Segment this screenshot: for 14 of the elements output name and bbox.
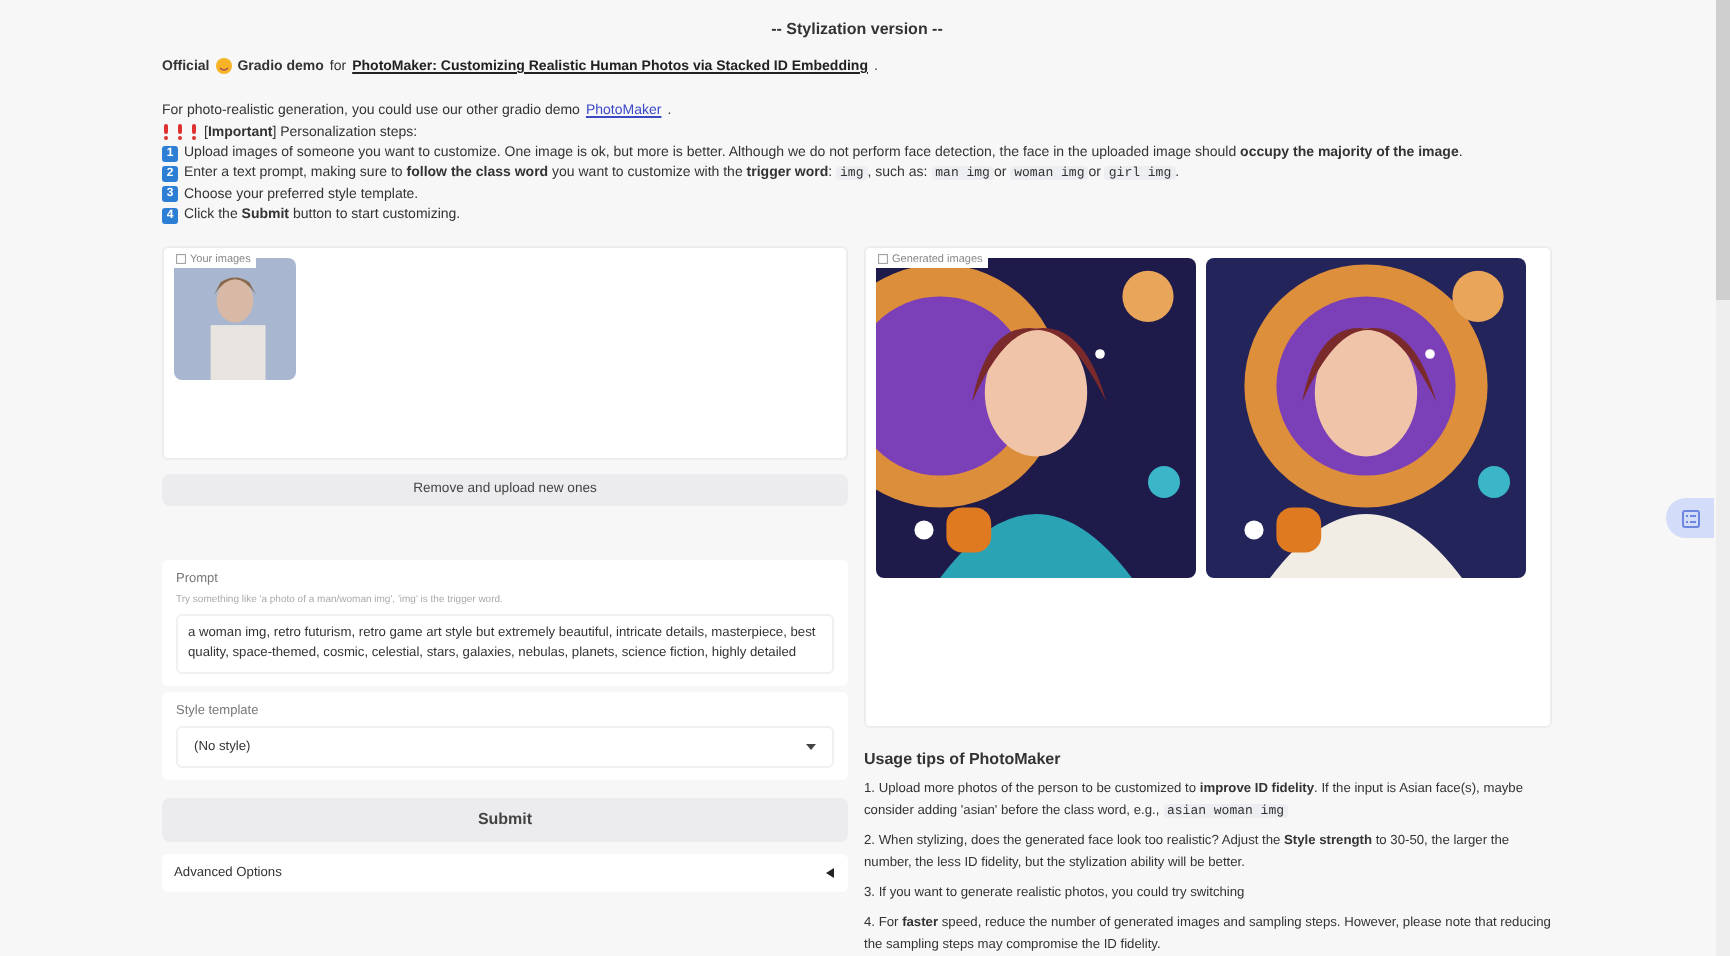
caret-icon <box>826 867 836 878</box>
exclamation-icon <box>176 124 184 141</box>
exclamation-icon <box>190 124 198 141</box>
image-icon <box>878 254 888 265</box>
caret-icon <box>806 743 816 750</box>
page-title: -- Stylization version -- <box>769 18 945 42</box>
exclamation-icon <box>162 124 170 141</box>
scrollbar[interactable] <box>1716 0 1730 956</box>
sidebar-toggle-button[interactable] <box>1666 498 1714 538</box>
smiley-icon <box>215 58 232 75</box>
submit-button[interactable]: Submit <box>162 797 848 842</box>
list-icon <box>1681 509 1699 527</box>
tips-title: Usage tips of PhotoMaker <box>864 747 1063 770</box>
image-icon <box>176 254 186 265</box>
